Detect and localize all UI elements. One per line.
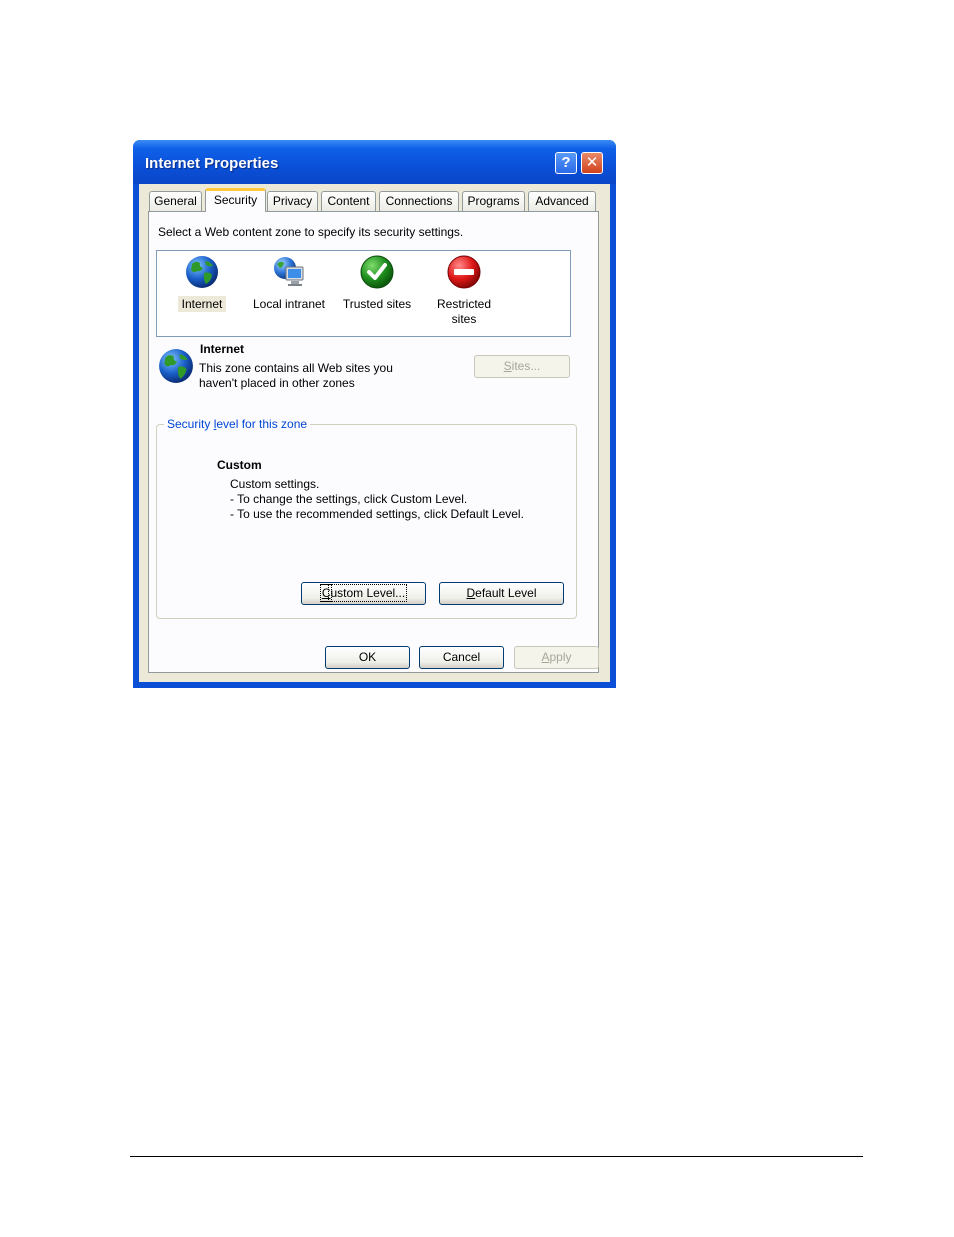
tab-connections[interactable]: Connections: [379, 191, 459, 211]
close-button[interactable]: ✕: [581, 152, 603, 174]
zone-instruction: Select a Web content zone to specify its…: [158, 225, 464, 239]
zone-description-line2: haven't placed in other zones: [199, 376, 355, 390]
zone-trusted-sites[interactable]: Trusted sites: [334, 251, 420, 331]
tab-label: Programs: [467, 194, 520, 208]
tab-security[interactable]: Security: [205, 188, 266, 212]
help-icon: ?: [561, 154, 571, 171]
security-level-group-label: Security level for this zone: [164, 417, 311, 431]
sites-button-label: Sites...: [503, 359, 541, 373]
tab-privacy[interactable]: Privacy: [267, 191, 318, 211]
cancel-button-label: Cancel: [442, 650, 481, 664]
sites-button[interactable]: Sites...: [474, 355, 570, 378]
tab-label: Advanced: [535, 194, 589, 208]
tab-label: Content: [327, 194, 370, 208]
security-tab-panel: Select a Web content zone to specify its…: [148, 211, 599, 673]
security-level-desc-line3: - To use the recommended settings, click…: [230, 507, 524, 521]
zone-title: Internet: [200, 342, 245, 356]
page-footer-rule: [130, 1156, 863, 1157]
tab-label: General: [154, 194, 197, 208]
tab-label: Security: [213, 193, 258, 207]
security-level-group: Security level for this zone Custom Cust…: [156, 417, 577, 619]
zone-description-line1: This zone contains all Web sites you: [199, 361, 393, 375]
zone-label: Restricted sites: [436, 297, 492, 326]
checkmark-icon: [360, 255, 394, 289]
zone-internet[interactable]: Internet: [159, 251, 245, 331]
window-title: Internet Properties: [145, 155, 279, 172]
custom-level-button[interactable]: Custom Level...: [301, 582, 426, 605]
zone-list[interactable]: Internet Local intranet Trusted sites Re…: [156, 250, 571, 337]
cancel-button[interactable]: Cancel: [419, 646, 504, 669]
title-bar[interactable]: Internet Properties ? ✕: [133, 140, 616, 184]
zone-label: Local intranet: [252, 297, 326, 311]
ok-button[interactable]: OK: [325, 646, 410, 669]
security-level-name: Custom: [217, 458, 262, 472]
security-level-desc-line2: - To change the settings, click Custom L…: [230, 492, 468, 506]
tab-general[interactable]: General: [149, 191, 202, 211]
apply-button[interactable]: Apply: [514, 646, 599, 669]
internet-properties-dialog: Internet Properties ? ✕ General Security…: [133, 140, 616, 688]
no-entry-icon: [447, 255, 481, 289]
tab-advanced[interactable]: Advanced: [528, 191, 596, 211]
tab-label: Privacy: [272, 194, 313, 208]
apply-button-label: Apply: [541, 650, 572, 664]
zone-restricted-sites[interactable]: Restricted sites: [421, 251, 507, 331]
globe-icon: [159, 349, 193, 383]
tab-programs[interactable]: Programs: [462, 191, 525, 211]
zone-local-intranet[interactable]: Local intranet: [246, 251, 332, 331]
tab-label: Connections: [385, 194, 453, 208]
custom-level-button-label: Custom Level...: [319, 584, 408, 602]
zone-label: Internet: [159, 296, 245, 312]
security-level-desc-line1: Custom settings.: [230, 477, 320, 491]
zone-label: Trusted sites: [342, 297, 412, 311]
close-icon: ✕: [585, 154, 599, 171]
globe-icon: [186, 256, 218, 288]
ok-button-label: OK: [358, 650, 377, 664]
dialog-client-area: General Security Privacy Content Connect…: [139, 184, 610, 682]
default-level-button-label: Default Level: [466, 586, 537, 600]
default-level-button[interactable]: Default Level: [439, 582, 564, 605]
network-globe-icon: [274, 257, 304, 286]
help-button[interactable]: ?: [555, 152, 577, 174]
tab-content[interactable]: Content: [321, 191, 376, 211]
